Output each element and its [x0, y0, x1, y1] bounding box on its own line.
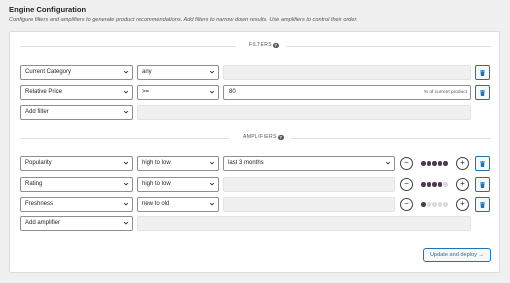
chevron-down-icon	[123, 221, 129, 225]
weight-dot	[426, 202, 432, 207]
add-filter-label: Add filter	[25, 109, 49, 115]
chevron-down-icon	[123, 182, 129, 186]
chevron-down-icon	[123, 110, 129, 114]
amplifier-field-value: Popularity	[25, 160, 52, 166]
amplifiers-label: AMPLIFIERS	[243, 134, 277, 140]
filter-field-value: Current Category	[25, 69, 72, 75]
weight-dot	[421, 182, 426, 187]
trash-icon	[480, 201, 485, 208]
chevron-down-icon	[123, 161, 129, 165]
filter-operator-select[interactable]: >=	[137, 85, 219, 100]
weight-indicator	[421, 202, 451, 208]
chevron-down-icon	[209, 161, 215, 165]
weight-dot	[421, 161, 426, 166]
add-amplifier-placeholder	[137, 216, 471, 231]
weight-dot	[443, 182, 448, 187]
delete-filter-button[interactable]	[475, 85, 490, 100]
relative-price-input[interactable]: 80 % of current product	[223, 85, 471, 100]
engine-config-panel: FILTERS ? Current Category any Relative …	[9, 31, 500, 273]
chevron-down-icon	[209, 202, 215, 206]
add-amplifier-label: Add amplifier	[25, 220, 61, 226]
increase-weight-button[interactable]: +	[456, 178, 469, 191]
divider-line	[20, 46, 236, 47]
amplifier-period-select[interactable]: last 3 months	[223, 156, 395, 171]
increase-weight-button[interactable]: +	[456, 198, 469, 211]
divider-line	[291, 138, 491, 139]
trash-icon	[480, 89, 485, 96]
weight-dot	[437, 202, 443, 207]
chevron-down-icon	[385, 161, 391, 165]
weight-dot	[443, 161, 448, 166]
chevron-down-icon	[209, 90, 215, 94]
delete-filter-button[interactable]	[475, 65, 490, 80]
decrease-weight-button[interactable]: −	[400, 178, 413, 191]
weight-dot	[432, 182, 437, 187]
amplifier-period-placeholder	[223, 177, 395, 192]
chevron-down-icon	[209, 182, 215, 186]
help-icon[interactable]: ?	[273, 42, 279, 48]
divider-line	[20, 138, 229, 139]
help-icon[interactable]: ?	[278, 134, 284, 140]
weight-dot	[421, 202, 426, 207]
filter-operator-value: >=	[142, 89, 150, 95]
amplifier-order-value: high to low	[142, 160, 171, 166]
amplifiers-header: AMPLIFIERS ?	[20, 134, 491, 142]
amplifier-period-value: last 3 months	[228, 160, 264, 166]
trash-icon	[480, 160, 485, 167]
filter-operator-value: any	[142, 69, 152, 75]
amplifier-order-value: high to low	[142, 181, 171, 187]
delete-amplifier-button[interactable]	[475, 156, 490, 171]
weight-dot	[437, 182, 443, 187]
amplifier-order-select[interactable]: high to low	[137, 156, 219, 171]
filters-label: FILTERS	[249, 42, 272, 48]
page-title: Engine Configuration	[9, 5, 87, 14]
amplifier-order-select[interactable]: high to low	[137, 177, 219, 192]
chevron-down-icon	[123, 202, 129, 206]
chevron-down-icon	[123, 90, 129, 94]
relative-price-suffix: % of current product	[423, 90, 467, 95]
relative-price-value: 80	[229, 89, 236, 95]
chevron-down-icon	[209, 70, 215, 74]
trash-icon	[480, 181, 485, 188]
filter-field-select[interactable]: Relative Price	[20, 85, 133, 100]
weight-dot	[437, 161, 443, 166]
add-amplifier-select[interactable]: Add amplifier	[20, 216, 133, 231]
amplifier-order-select[interactable]: new to old	[137, 197, 219, 212]
filter-value-placeholder	[223, 65, 471, 80]
weight-dot	[426, 182, 432, 187]
amplifier-field-select[interactable]: Popularity	[20, 156, 133, 171]
trash-icon	[480, 69, 485, 76]
add-filter-placeholder	[137, 105, 471, 120]
add-filter-select[interactable]: Add filter	[20, 105, 133, 120]
filter-operator-select[interactable]: any	[137, 65, 219, 80]
page-description: Configure filters and amplifiers to gene…	[9, 17, 358, 23]
delete-amplifier-button[interactable]	[475, 177, 490, 192]
filter-field-select[interactable]: Current Category	[20, 65, 133, 80]
decrease-weight-button[interactable]: −	[400, 198, 413, 211]
weight-indicator	[421, 161, 451, 167]
decrease-weight-button[interactable]: −	[400, 157, 413, 170]
delete-amplifier-button[interactable]	[475, 197, 490, 212]
weight-dot	[426, 161, 432, 166]
amplifier-order-value: new to old	[142, 201, 170, 207]
weight-dot	[443, 202, 448, 207]
weight-dot	[432, 161, 437, 166]
chevron-down-icon	[123, 70, 129, 74]
update-and-deploy-button[interactable]: Update and deploy →	[423, 248, 491, 262]
amplifier-period-placeholder	[223, 197, 395, 212]
filter-field-value: Relative Price	[25, 89, 63, 95]
amplifier-field-value: Freshness	[25, 201, 54, 207]
amplifier-field-value: Rating	[25, 181, 43, 187]
weight-indicator	[421, 182, 451, 188]
amplifier-field-select[interactable]: Freshness	[20, 197, 133, 212]
weight-dot	[432, 202, 437, 207]
filters-header: FILTERS ?	[20, 42, 491, 50]
divider-line	[286, 46, 491, 47]
increase-weight-button[interactable]: +	[456, 157, 469, 170]
amplifier-field-select[interactable]: Rating	[20, 177, 133, 192]
